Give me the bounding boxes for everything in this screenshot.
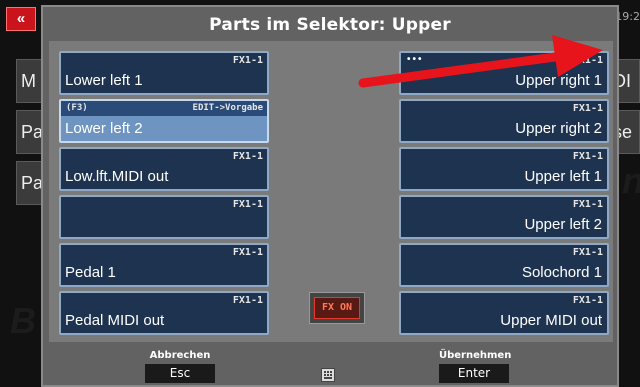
keyboard-icon[interactable] bbox=[321, 368, 335, 382]
slot-name: Upper MIDI out bbox=[500, 312, 602, 329]
fx-label: FX1-1 bbox=[232, 151, 263, 162]
slot-lower-left-1[interactable]: FX1-1 Lower left 1 bbox=[59, 51, 269, 95]
slot-upper-right-2[interactable]: FX1-1 Upper right 2 bbox=[399, 99, 609, 143]
fx-label: FX1-1 bbox=[572, 199, 603, 210]
slot-solochord-1[interactable]: FX1-1 Solochord 1 bbox=[399, 243, 609, 287]
confirm-button[interactable]: Übernehmen Enter bbox=[439, 350, 512, 383]
fx-label: FX1-1 bbox=[572, 151, 603, 162]
dots-indicator: ••• bbox=[407, 54, 424, 65]
fx-label: FX1-1 bbox=[572, 295, 603, 306]
fx-on-label: FX ON bbox=[314, 297, 360, 319]
slot-name: Upper left 2 bbox=[524, 216, 602, 233]
slot-upper-midi-out[interactable]: FX1-1 Upper MIDI out bbox=[399, 291, 609, 335]
slot-name: Upper right 1 bbox=[515, 72, 602, 89]
slot-name: Upper left 1 bbox=[524, 168, 602, 185]
back-button[interactable]: « bbox=[6, 7, 36, 31]
fx-label: FX1-1 bbox=[572, 247, 603, 258]
slot-upper-left-2[interactable]: FX1-1 Upper left 2 bbox=[399, 195, 609, 239]
slot-empty[interactable]: FX1-1 bbox=[59, 195, 269, 239]
slot-upper-right-1[interactable]: ••• FX1-1 Upper right 1 bbox=[399, 51, 609, 95]
hint-key: (F3) bbox=[66, 103, 88, 113]
fx-on-button[interactable]: FX ON bbox=[309, 292, 365, 324]
dialog-footer: Abbrechen Esc Übernehmen Enter bbox=[43, 350, 617, 386]
slot-name: Lower left 2 bbox=[65, 120, 143, 137]
esc-key[interactable]: Esc bbox=[145, 364, 215, 383]
cancel-label: Abbrechen bbox=[149, 350, 211, 361]
bg-watermark-left: B bbox=[10, 300, 36, 341]
slot-low-lft-midi-out[interactable]: FX1-1 Low.lft.MIDI out bbox=[59, 147, 269, 191]
confirm-label: Übernehmen bbox=[439, 350, 512, 361]
slot-pedal-1[interactable]: FX1-1 Pedal 1 bbox=[59, 243, 269, 287]
slots-panel: FX1-1 Lower left 1 (F3) EDIT->Vorgabe Lo… bbox=[49, 41, 613, 342]
fx-label: FX1-1 bbox=[572, 103, 603, 114]
cancel-button[interactable]: Abbrechen Esc bbox=[145, 350, 215, 383]
slot-lower-left-2[interactable]: (F3) EDIT->Vorgabe Lower left 2 bbox=[59, 99, 269, 143]
slot-name: Pedal MIDI out bbox=[65, 312, 165, 329]
slot-pedal-midi-out[interactable]: FX1-1 Pedal MIDI out bbox=[59, 291, 269, 335]
parts-selector-dialog: Parts im Selektor: Upper FX1-1 Lower lef… bbox=[41, 5, 619, 387]
slot-name: Lower left 1 bbox=[65, 72, 143, 89]
slot-name: Upper right 2 bbox=[515, 120, 602, 137]
clock: 19:2 bbox=[615, 10, 640, 23]
slot-name: Low.lft.MIDI out bbox=[65, 168, 169, 185]
fx-label: FX1-1 bbox=[232, 247, 263, 258]
slot-upper-left-1[interactable]: FX1-1 Upper left 1 bbox=[399, 147, 609, 191]
enter-key[interactable]: Enter bbox=[439, 364, 509, 383]
dialog-title: Parts im Selektor: Upper bbox=[209, 15, 451, 35]
edit-default-hint: EDIT->Vorgabe bbox=[192, 103, 263, 113]
fx-label: FX1-1 bbox=[232, 295, 263, 306]
bg-watermark-right: n bbox=[622, 160, 640, 202]
fx-label: FX1-1 bbox=[572, 55, 603, 66]
slot-name: Solochord 1 bbox=[521, 264, 602, 281]
fx-label: FX1-1 bbox=[232, 199, 263, 210]
slot-name: Pedal 1 bbox=[65, 264, 116, 281]
fx-label: FX1-1 bbox=[232, 55, 263, 66]
